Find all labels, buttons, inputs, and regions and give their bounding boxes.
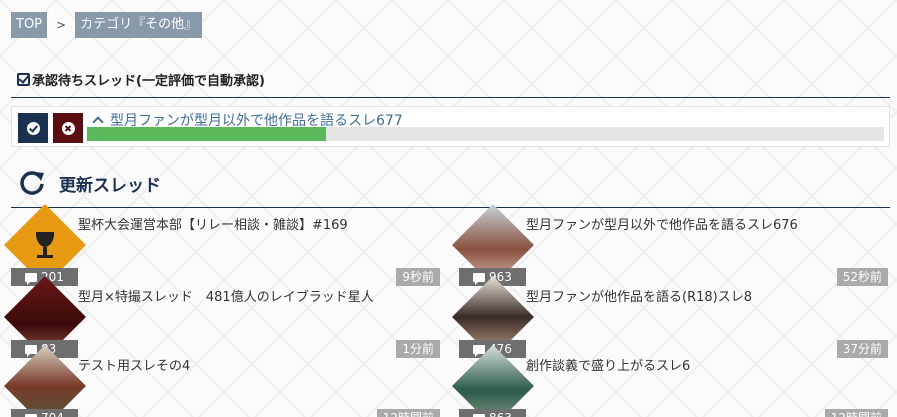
- reject-button[interactable]: [53, 113, 83, 143]
- comment-icon: [473, 344, 485, 357]
- thread-title: 型月×特撮スレッド 481億人のレイブラッド星人: [78, 290, 374, 305]
- thread-title: テスト用スレその4: [78, 359, 191, 374]
- divider: [11, 207, 890, 208]
- breadcrumb-category[interactable]: カテゴリ『その他』: [75, 12, 203, 38]
- thread-title: 型月ファンが型月以外で他作品を語るスレ676: [526, 218, 798, 233]
- comment-icon: [473, 272, 485, 285]
- comment-count: 863: [459, 409, 526, 417]
- updated-time: 1分前: [396, 340, 440, 358]
- comment-count-value: 704: [41, 409, 64, 417]
- updated-time: 9秒前: [396, 268, 440, 286]
- comment-icon: [25, 344, 37, 357]
- comment-icon: [25, 413, 37, 417]
- check-square-icon: [17, 73, 30, 86]
- pending-section-heading: 承認待ちスレッド(一定評価で自動承認): [17, 70, 265, 89]
- approval-progress-fill: [87, 127, 327, 141]
- breadcrumb: TOP > カテゴリ『その他』: [11, 12, 203, 38]
- breadcrumb-separator: >: [56, 18, 67, 32]
- updated-time: 12時間前: [376, 409, 440, 417]
- updated-time: 52秒前: [836, 268, 888, 286]
- thread-item[interactable]: 聖杯大会運営本部【リレー相談・雑談】#169 201 9秒前: [3, 203, 440, 287]
- updated-time: 37分前: [836, 340, 888, 358]
- pending-thread: 型月ファンが型月以外で他作品を語るスレ677: [11, 106, 890, 147]
- thread-item[interactable]: 創作談義で盛り上がるスレ6 863 12時間前: [451, 344, 888, 417]
- comment-count: 704: [11, 409, 78, 417]
- approval-progress-bar: [87, 127, 884, 141]
- pending-heading-text: 承認待ちスレッド(一定評価で自動承認): [32, 74, 265, 89]
- divider: [11, 97, 890, 98]
- comment-count-value: 863: [489, 409, 512, 417]
- thread-item[interactable]: 型月ファンが型月以外で他作品を語るスレ676 963 52秒前: [451, 203, 888, 287]
- breadcrumb-top[interactable]: TOP: [11, 12, 48, 38]
- updated-time: 12時間前: [824, 409, 888, 417]
- comment-icon: [25, 272, 37, 285]
- check-circle-icon: [26, 121, 40, 135]
- thread-title: 聖杯大会運営本部【リレー相談・雑談】#169: [78, 218, 348, 233]
- refresh-icon[interactable]: [19, 170, 45, 196]
- thread-item[interactable]: 型月ファンが他作品を語る(R18)スレ8 476 37分前: [451, 275, 888, 359]
- approve-button[interactable]: [18, 113, 48, 143]
- thread-item[interactable]: テスト用スレその4 704 12時間前: [3, 344, 440, 417]
- update-section-heading: 更新スレッド: [19, 170, 161, 196]
- update-heading-text: 更新スレッド: [59, 175, 161, 196]
- times-circle-icon: [61, 121, 75, 135]
- comment-icon: [473, 413, 485, 417]
- thread-title: 型月ファンが他作品を語る(R18)スレ8: [526, 290, 752, 305]
- chevron-up-icon: [92, 116, 104, 128]
- thread-item[interactable]: 型月×特撮スレッド 481億人のレイブラッド星人 83 1分前: [3, 275, 440, 359]
- thread-title: 創作談義で盛り上がるスレ6: [526, 359, 691, 374]
